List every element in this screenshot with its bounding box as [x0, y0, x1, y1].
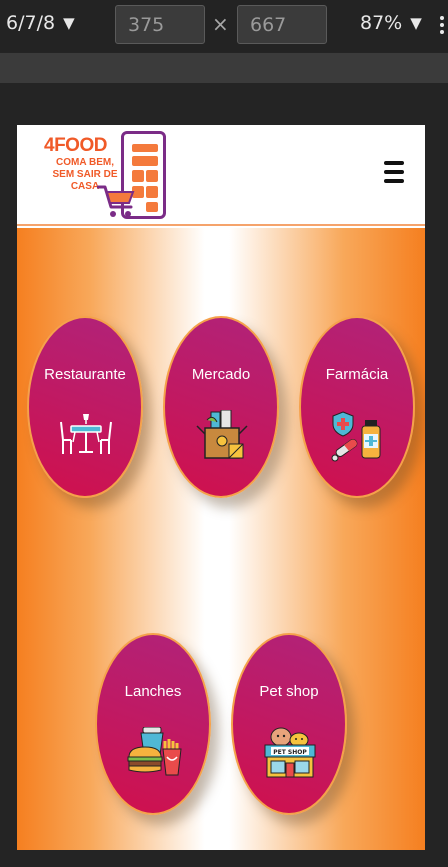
pharmacy-icon	[331, 411, 381, 462]
logo-brand: 4FOOD	[44, 135, 107, 156]
device-viewport: 4FOOD COMA BEM, SEM SAIR DE CASA Restaur…	[17, 125, 425, 850]
shopping-cart-icon	[97, 185, 135, 217]
device-label: 6/7/8	[6, 12, 56, 34]
caret-down-icon: ▼	[63, 14, 75, 32]
logo[interactable]: 4FOOD COMA BEM, SEM SAIR DE CASA	[41, 131, 176, 221]
devtools-toolbar: 6/7/8 ▼ 375 × 667 87% ▼	[0, 0, 448, 52]
dining-table-icon	[60, 414, 112, 454]
category-label: Farmácia	[325, 366, 389, 383]
height-input[interactable]: 667	[237, 5, 327, 44]
width-input[interactable]: 375	[115, 5, 205, 44]
pet-shop-icon: PET SHOP	[264, 727, 316, 778]
site-header: 4FOOD COMA BEM, SEM SAIR DE CASA	[17, 125, 425, 226]
category-lanches[interactable]: Lanches	[95, 633, 211, 815]
devtools-subbar	[0, 53, 448, 83]
category-label: Pet shop	[259, 683, 319, 700]
category-area: Restaurante Mercado Farmácia Lanches Pet…	[17, 228, 425, 850]
fast-food-icon	[127, 727, 182, 776]
category-label: Lanches	[124, 683, 182, 700]
category-pet-shop[interactable]: Pet shop PET SHOP	[231, 633, 347, 815]
dimension-separator: ×	[212, 12, 229, 36]
grocery-box-icon	[196, 410, 248, 459]
device-selector[interactable]: 6/7/8 ▼	[6, 12, 75, 34]
more-options-icon[interactable]	[440, 16, 448, 34]
category-mercado[interactable]: Mercado	[163, 316, 279, 498]
category-farmacia[interactable]: Farmácia	[299, 316, 415, 498]
zoom-label: 87%	[360, 12, 403, 34]
zoom-selector[interactable]: 87% ▼	[360, 12, 422, 34]
category-label: Restaurante	[44, 366, 126, 383]
hamburger-menu-icon[interactable]	[384, 161, 406, 187]
category-label: Mercado	[191, 366, 251, 383]
svg-text:PET SHOP: PET SHOP	[273, 749, 307, 756]
caret-down-icon: ▼	[410, 14, 422, 32]
category-restaurante[interactable]: Restaurante	[27, 316, 143, 498]
